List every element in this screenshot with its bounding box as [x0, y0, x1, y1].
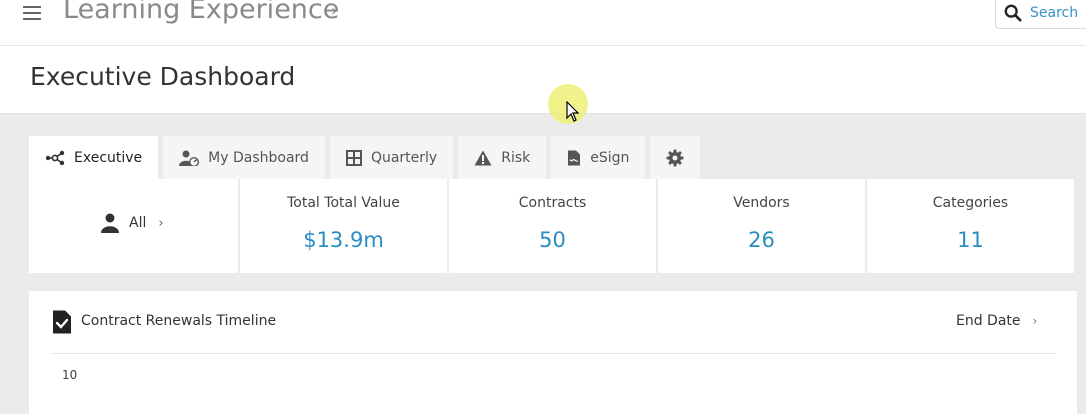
user-filter[interactable]: All ›	[101, 213, 164, 233]
tab-my-dashboard[interactable]: My Dashboard	[163, 136, 325, 179]
chevron-right-icon[interactable]: ›	[331, 1, 337, 20]
page-title: Executive Dashboard	[30, 62, 296, 91]
stat-card-total-value[interactable]: Total Total Value $13.9m	[240, 179, 447, 273]
contract-renewals-panel: Contract Renewals Timeline End Date › 10	[29, 291, 1077, 414]
app-title[interactable]: Learning Experience	[63, 0, 339, 25]
panel-title: Contract Renewals Timeline	[81, 313, 277, 329]
stats-row: All › Total Total Value $13.9m Contracts…	[29, 179, 1077, 273]
signed-document-icon	[567, 150, 581, 166]
tab-quarterly[interactable]: Quarterly	[329, 136, 454, 179]
warning-triangle-icon	[474, 150, 492, 166]
stat-label: Vendors	[733, 195, 790, 211]
tab-label: Risk	[501, 149, 531, 166]
chevron-right-icon: ›	[158, 215, 164, 231]
grid-icon	[345, 149, 362, 166]
user-filter-card: All ›	[29, 179, 238, 273]
stat-card-categories[interactable]: Categories 11	[867, 179, 1074, 273]
sort-dropdown[interactable]: End Date ›	[956, 313, 1037, 329]
tab-settings[interactable]	[650, 136, 701, 179]
tab-label: Quarterly	[370, 149, 438, 166]
user-filter-label: All	[129, 215, 147, 231]
user-speedometer-icon	[179, 150, 200, 166]
page-header: Executive Dashboard	[0, 46, 1086, 114]
y-axis-tick: 10	[62, 368, 78, 382]
stat-value: 26	[748, 228, 775, 252]
document-check-icon	[53, 310, 71, 334]
hamburger-menu-icon[interactable]	[23, 6, 41, 20]
search-input[interactable]	[1030, 4, 1086, 21]
network-nodes-icon	[45, 150, 65, 166]
tab-risk[interactable]: Risk	[458, 136, 547, 179]
user-icon	[101, 213, 119, 233]
divider	[51, 353, 1055, 354]
mouse-cursor-icon	[566, 101, 580, 122]
sort-label: End Date	[956, 313, 1021, 329]
search-box[interactable]	[995, 0, 1086, 29]
top-bar: Learning Experience ›	[0, 0, 1086, 46]
stat-card-vendors[interactable]: Vendors 26	[658, 179, 865, 273]
tab-executive[interactable]: Executive	[29, 136, 159, 179]
tab-label: My Dashboard	[208, 149, 309, 166]
tab-label: Executive	[74, 149, 143, 166]
stat-card-contracts[interactable]: Contracts 50	[449, 179, 656, 273]
dashboard-tabs: Executive My Dashboard Quarterly Risk eS…	[29, 136, 705, 179]
gear-icon	[666, 149, 684, 167]
stat-label: Contracts	[518, 195, 587, 211]
stat-value: 11	[957, 228, 984, 252]
search-icon[interactable]	[1004, 4, 1022, 22]
tab-esign[interactable]: eSign	[551, 136, 646, 179]
stat-label: Categories	[932, 195, 1009, 211]
stat-label: Total Total Value	[287, 195, 400, 211]
stat-value: $13.9m	[303, 228, 384, 252]
tab-label: eSign	[590, 149, 630, 166]
stat-value: 50	[539, 228, 566, 252]
chevron-right-icon: ›	[1032, 314, 1038, 328]
